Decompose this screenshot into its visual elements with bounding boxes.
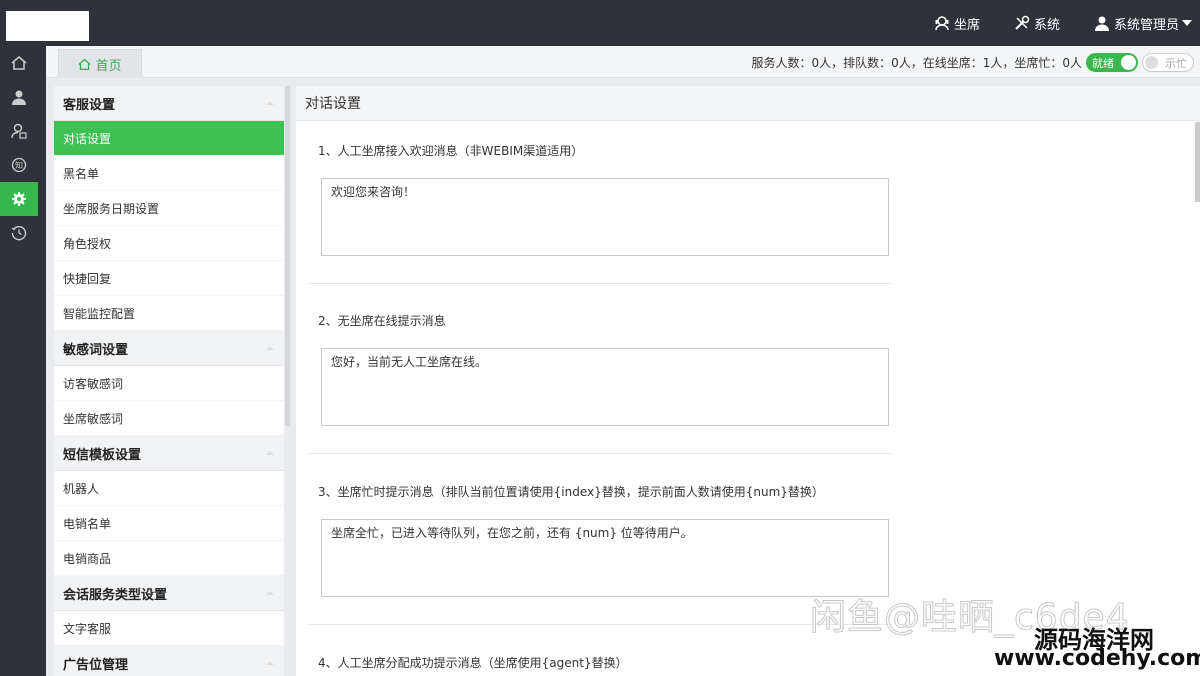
busy-toggle-label: 示忙: [1165, 56, 1187, 70]
busy-message-label: 3、坐席忙时提示消息（排队当前位置请使用{index}替换，提示前面人数请使用{…: [318, 485, 824, 499]
settings-menu: 客服设置 对话设置 黑名单 坐席服务日期设置 角色授权 快捷回复 智能监控配置 …: [54, 86, 284, 676]
menu-item-robot[interactable]: 机器人: [54, 471, 284, 506]
menu-group-session-types[interactable]: 会话服务类型设置: [54, 576, 284, 611]
menu-group-title: 广告位管理: [63, 657, 129, 673]
top-menu-system[interactable]: 系统: [1014, 14, 1060, 33]
home-icon: [11, 56, 27, 70]
menu-group-service-settings[interactable]: 客服设置: [54, 86, 284, 121]
tools-icon: [1015, 15, 1030, 30]
rail-agent[interactable]: [0, 114, 38, 148]
collapse-icon: [266, 101, 274, 105]
menu-group-title: 敏感词设置: [63, 342, 129, 358]
knowledge-icon: 知: [11, 157, 27, 173]
settings-icon: [12, 192, 26, 206]
user-icon: [1094, 16, 1109, 31]
menu-group-sensitive-words[interactable]: 敏感词设置: [54, 331, 284, 366]
welcome-message-input[interactable]: [321, 178, 889, 256]
menu-item-dialog-settings[interactable]: 对话设置: [54, 121, 284, 156]
rail-settings[interactable]: [0, 182, 38, 216]
busy-toggle[interactable]: 示忙: [1142, 53, 1194, 72]
svg-text:知: 知: [15, 160, 23, 170]
collapse-icon: [266, 661, 274, 665]
chevron-down-icon: [1182, 20, 1192, 26]
collapse-icon: [266, 451, 274, 455]
section-divider: [308, 283, 892, 284]
assign-success-label: 4、人工坐席分配成功提示消息（坐席使用{agent}替换）: [318, 656, 628, 670]
menu-scrollbar[interactable]: [285, 86, 290, 426]
rail-home[interactable]: [0, 46, 38, 80]
history-icon: [11, 225, 27, 241]
icon-rail: 知: [0, 46, 46, 676]
tab-home-label: 首页: [95, 58, 122, 74]
rail-user[interactable]: [0, 80, 38, 114]
menu-item-telesales-products[interactable]: 电销商品: [54, 541, 284, 576]
tab-home[interactable]: 首页: [58, 49, 142, 78]
menu-group-title: 短信模板设置: [63, 447, 142, 463]
top-menu-user-label: 系统管理员: [1113, 17, 1179, 33]
panel-scrollbar[interactable]: [1195, 122, 1200, 202]
panel-title: 对话设置: [296, 86, 1200, 121]
tab-bar: 首页 服务人数：0人，排队数：0人，在线坐席：1人，坐席忙：0人 就绪 示忙: [46, 46, 1200, 78]
top-menu-user[interactable]: 系统管理员: [1094, 14, 1192, 33]
rail-history[interactable]: [0, 216, 38, 250]
menu-group-ad-management[interactable]: 广告位管理: [54, 646, 284, 676]
welcome-message-label: 1、人工坐席接入欢迎消息（非WEBIM渠道适用）: [318, 144, 584, 158]
home-icon: [78, 58, 92, 70]
agent-icon: [11, 123, 27, 139]
menu-item-visitor-sensitive[interactable]: 访客敏感词: [54, 366, 284, 401]
menu-item-role-auth[interactable]: 角色授权: [54, 226, 284, 261]
collapse-icon: [266, 591, 274, 595]
menu-item-smart-monitor[interactable]: 智能监控配置: [54, 296, 284, 331]
section-divider: [308, 624, 892, 625]
busy-message-input[interactable]: [321, 519, 889, 597]
no-agent-message-input[interactable]: [321, 348, 889, 426]
section-divider: [308, 453, 892, 454]
menu-item-service-dates[interactable]: 坐席服务日期设置: [54, 191, 284, 226]
service-stats: 服务人数：0人，排队数：0人，在线坐席：1人，坐席忙：0人: [751, 56, 1082, 70]
menu-item-quick-reply[interactable]: 快捷回复: [54, 261, 284, 296]
user-icon: [12, 90, 26, 105]
top-bar: 坐席 系统 系统管理员: [0, 0, 1200, 46]
menu-group-title: 会话服务类型设置: [63, 587, 168, 603]
no-agent-message-label: 2、无坐席在线提示消息: [318, 314, 446, 328]
toggle-knob: [1121, 55, 1136, 70]
ready-toggle-label: 就绪: [1092, 56, 1114, 70]
top-menu: 坐席 系统 系统管理员: [934, 0, 1200, 46]
menu-group-sms-templates[interactable]: 短信模板设置: [54, 436, 284, 471]
watermark-site-url: www.codehy.com: [994, 646, 1200, 671]
menu-item-blacklist[interactable]: 黑名单: [54, 156, 284, 191]
logo: [6, 11, 89, 41]
toggle-knob: [1145, 56, 1158, 69]
top-menu-agent-label: 坐席: [953, 17, 980, 33]
top-menu-system-label: 系统: [1033, 17, 1060, 33]
rail-knowledge[interactable]: 知: [0, 148, 38, 182]
menu-item-agent-sensitive[interactable]: 坐席敏感词: [54, 401, 284, 436]
menu-item-text-service[interactable]: 文字客服: [54, 611, 284, 646]
top-menu-agent[interactable]: 坐席: [934, 14, 980, 33]
menu-item-telesales-list[interactable]: 电销名单: [54, 506, 284, 541]
ready-toggle[interactable]: 就绪: [1086, 53, 1138, 72]
collapse-icon: [266, 346, 274, 350]
menu-group-title: 客服设置: [63, 97, 116, 113]
headset-icon: [935, 16, 949, 31]
